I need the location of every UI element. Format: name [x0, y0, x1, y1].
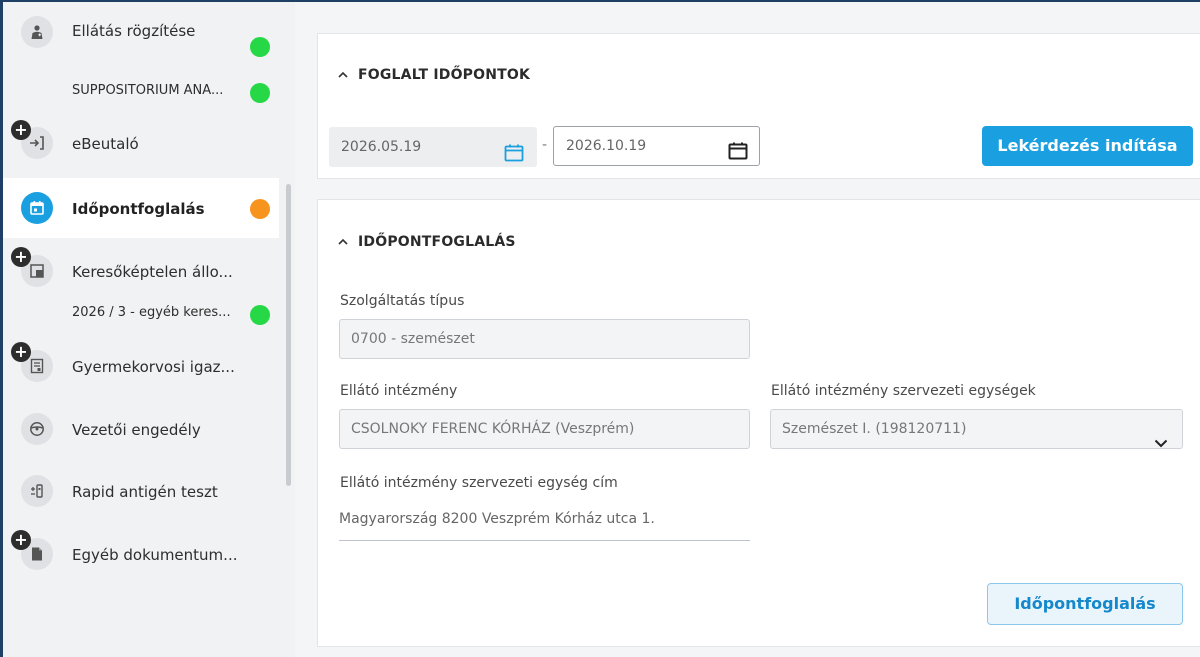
booking-panel-header[interactable]: IDŐPONTFOGLALÁS — [338, 234, 516, 250]
calendar-icon[interactable] — [504, 138, 524, 178]
sidebar-item-label: Keresőképtelen állo... — [72, 263, 233, 281]
sidebar-subitem-suppositorium[interactable]: SUPPOSITORIUM ANA... — [72, 83, 223, 98]
chevron-up-icon — [338, 71, 348, 78]
calendar-icon[interactable] — [728, 137, 748, 175]
date-to-value: 2026.10.19 — [566, 138, 647, 154]
unit-select[interactable]: Szemészet I. (198120711) — [770, 409, 1183, 449]
date-from-field[interactable]: 2026.05.19 — [329, 127, 537, 167]
booked-panel-header[interactable]: FOGLALT IDŐPONTOK — [338, 67, 530, 83]
status-dot-green — [250, 37, 270, 57]
calendar-icon — [21, 192, 53, 224]
sidebar-item-label: Időpontfoglalás — [72, 200, 205, 218]
sidebar-item-label: Egyéb dokumentum... — [72, 546, 238, 564]
sidebar-item-gyermekorvosi[interactable]: + Gyermekorvosi igaz... — [3, 337, 279, 397]
booked-appointments-panel: FOGLALT IDŐPONTOK 2026.05.19 - 2026.10.1… — [317, 33, 1200, 179]
status-dot-green — [250, 83, 270, 103]
date-to-field[interactable]: 2026.10.19 — [553, 126, 760, 166]
unit-select-value: Szemészet I. (198120711) — [782, 421, 967, 437]
panel-title: IDŐPONTFOGLALÁS — [358, 234, 516, 250]
test-tube-icon — [21, 475, 53, 507]
sidebar-item-label: Vezetői engedély — [72, 421, 201, 439]
status-dot-green — [250, 305, 270, 325]
steering-wheel-icon — [21, 413, 53, 445]
date-from-value: 2026.05.19 — [341, 139, 422, 155]
sidebar: Ellátás rögzítése SUPPOSITORIUM ANA... +… — [3, 2, 295, 657]
sidebar-item-rapid-antigen[interactable]: Rapid antigén teszt — [3, 462, 279, 522]
unit-label: Ellátó intézmény szervezeti egységek — [771, 383, 1036, 399]
panel-title: FOGLALT IDŐPONTOK — [358, 67, 531, 83]
add-icon[interactable]: + — [11, 120, 31, 140]
booking-panel: IDŐPONTFOGLALÁS Szolgáltatás típus 0700 … — [317, 199, 1200, 647]
person-medical-icon — [21, 16, 53, 48]
sidebar-item-ellatas[interactable]: Ellátás rögzítése — [3, 16, 279, 76]
add-icon[interactable]: + — [11, 247, 31, 267]
sidebar-item-ebeutalo[interactable]: + eBeutaló — [3, 115, 279, 175]
service-type-field[interactable]: 0700 - szemészet — [339, 319, 750, 359]
add-icon[interactable]: + — [11, 342, 31, 362]
book-appointment-button[interactable]: Időpontfoglalás — [987, 583, 1183, 625]
sidebar-item-egyeb-dokumentum[interactable]: + Egyéb dokumentum... — [3, 524, 279, 584]
status-dot-orange — [250, 199, 270, 219]
chevron-up-icon — [338, 238, 348, 245]
sidebar-item-label: Gyermekorvosi igaz... — [72, 358, 235, 376]
address-label: Ellátó intézmény szervezeti egység cím — [340, 475, 618, 491]
date-range-separator: - — [542, 137, 548, 153]
address-field: Magyarország 8200 Veszprém Kórház utca 1… — [339, 511, 750, 541]
provider-field[interactable]: CSOLNOKY FERENC KÓRHÁZ (Veszprém) — [339, 409, 750, 449]
sidebar-item-keresokeptelen[interactable]: + Keresőképtelen állo... — [3, 242, 279, 302]
add-icon[interactable]: + — [11, 530, 31, 550]
address-value: Magyarország 8200 Veszprém Kórház utca 1… — [339, 511, 655, 527]
service-type-label: Szolgáltatás típus — [340, 293, 465, 309]
sidebar-item-idopontfoglalas[interactable]: Időpontfoglalás — [3, 178, 279, 238]
start-query-button[interactable]: Lekérdezés indítása — [982, 126, 1193, 166]
sidebar-item-label: Ellátás rögzítése — [72, 22, 196, 40]
sidebar-scrollbar[interactable] — [286, 184, 291, 486]
sidebar-item-vezetoi-engedely[interactable]: Vezetői engedély — [3, 400, 279, 460]
chevron-down-icon — [1154, 425, 1168, 463]
provider-label: Ellátó intézmény — [340, 383, 458, 399]
sidebar-item-label: eBeutaló — [72, 135, 139, 153]
sidebar-item-label: Rapid antigén teszt — [72, 483, 218, 501]
sidebar-subitem-2026-3[interactable]: 2026 / 3 - egyéb keres... — [72, 305, 231, 320]
